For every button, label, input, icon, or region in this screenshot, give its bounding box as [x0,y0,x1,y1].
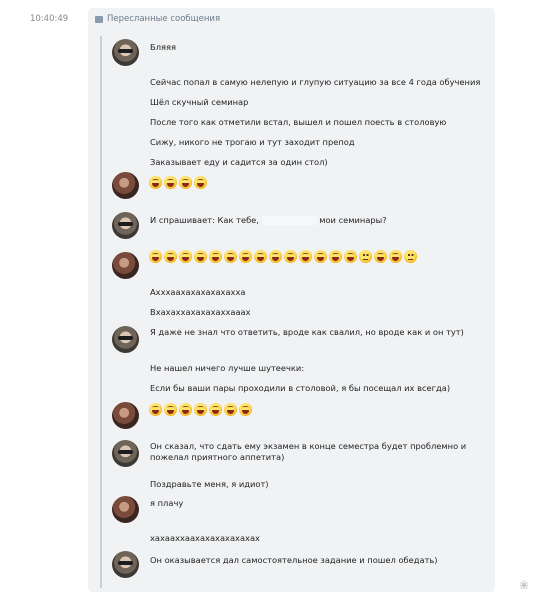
redacted-name [261,216,317,225]
message-text: Сейчас попал в самую нелепую и глупую си… [150,77,481,87]
laughing-emoji-icon [374,250,387,263]
sender-avatar[interactable] [112,440,139,467]
message-text-part: И спрашивает: Как тебе, [150,215,259,225]
laughing-emoji-icon [149,250,162,263]
message-text: Ахххаахахахахахахха [150,287,246,297]
sender-avatar[interactable] [112,551,139,578]
laughing-emoji-icon [254,250,267,263]
sender-avatar[interactable] [112,496,139,523]
sender-avatar[interactable] [112,252,139,279]
message-text: Сижу, никого не трогаю и тут заходит пре… [150,137,355,147]
sender-avatar[interactable] [112,39,139,66]
message-text: Вхахаххахахахаххааах [150,307,251,317]
laughing-emoji-icon [269,250,282,263]
message-text: И спрашивает: Как тебе, мои семинары? [150,215,387,226]
laughing-emoji-icon [164,403,177,416]
message-text: Заказывает еду и садится за один стол) [150,157,328,167]
laughing-emoji-icon [209,403,222,416]
message-text: После того как отметили встал, вышел и п… [150,117,447,127]
message-text: Поздравьте меня, я идиот) [150,479,269,489]
message-text: хахааххаахахахахахахах [150,533,260,543]
forwarded-messages-title[interactable]: Пересланные сообщения [107,14,220,24]
neutral-face-emoji-icon [359,250,372,263]
laughing-emoji-icon [239,403,252,416]
laughing-emoji-icon [284,250,297,263]
message-text: Бляяя [150,42,176,52]
message-time: 10:40:49 [30,14,69,24]
laughing-emoji-icon [149,176,162,189]
laughing-emoji-icon [239,250,252,263]
laughing-emoji-icon [344,250,357,263]
emoji-row [149,250,417,263]
message-text: я плачу [150,498,184,508]
sender-avatar[interactable] [112,172,139,199]
forwarded-messages-icon [95,16,103,23]
laughing-emoji-icon [329,250,342,263]
laughing-emoji-icon [299,250,312,263]
message-text: Если бы ваши пары проходили в столовой, … [150,383,451,393]
laughing-emoji-icon [179,250,192,263]
laughing-emoji-icon [149,403,162,416]
message-text: Он сказал, что сдать ему экзамен в конце… [150,441,467,462]
laughing-emoji-icon [314,250,327,263]
laughing-emoji-icon [164,250,177,263]
laughing-emoji-icon [179,176,192,189]
message-text: Не нашел ничего лучше шутеечки: [150,363,305,373]
laughing-emoji-icon [179,403,192,416]
emoji-row [149,176,207,189]
laughing-emoji-icon [209,250,222,263]
message-text-part: мои семинары? [319,215,387,225]
laughing-emoji-icon [224,403,237,416]
message-text: Шёл скучный семинар [150,97,249,107]
laughing-emoji-icon [164,176,177,189]
laughing-emoji-icon [389,250,402,263]
sender-avatar[interactable] [112,326,139,353]
laughing-emoji-icon [224,250,237,263]
watermark-icon: ❀ [518,578,529,592]
message-text: Я даже не знал что ответить, вроде как с… [150,327,464,337]
message-text: Он оказывается дал самостоятельное задан… [150,555,438,565]
emoji-row [149,403,252,416]
laughing-emoji-icon [194,250,207,263]
forward-quote-line [100,36,102,588]
neutral-face-emoji-icon [404,250,417,263]
sender-avatar[interactable] [112,212,139,239]
sender-avatar[interactable] [112,402,139,429]
laughing-emoji-icon [194,403,207,416]
laughing-emoji-icon [194,176,207,189]
